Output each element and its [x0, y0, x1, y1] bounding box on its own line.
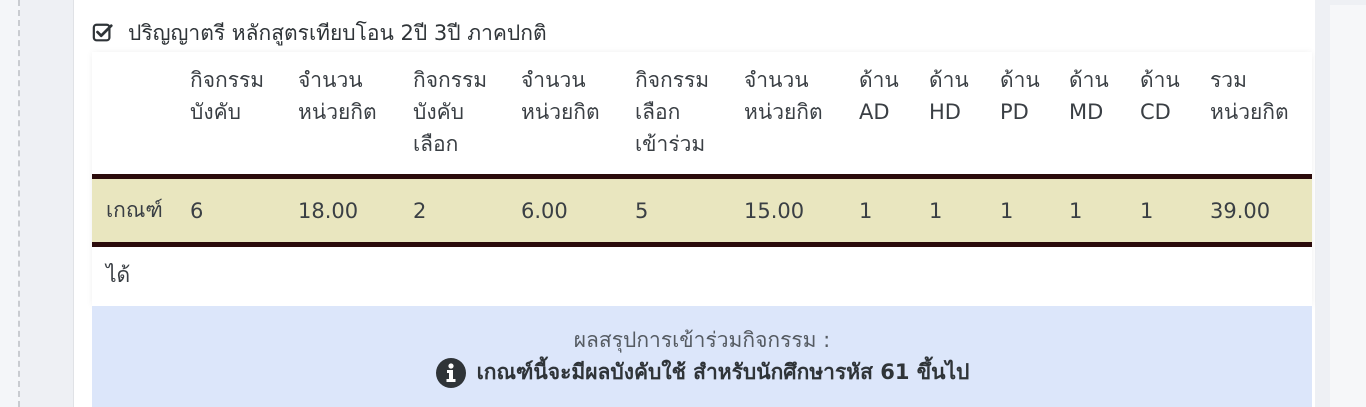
summary-box: ผลสรุปการเข้าร่วมกิจกรรม : เกณฑ์นี้จะมีผ…	[92, 306, 1312, 407]
table-cell: 15.00	[744, 198, 805, 223]
col-hd: ด้าน HD	[929, 64, 969, 128]
column-header-line: HD	[929, 100, 961, 124]
table-cell: 1	[1069, 198, 1083, 223]
table-cell: 1	[859, 198, 873, 223]
column-header-line: กิจกรรม	[413, 68, 488, 92]
info-circle-icon	[435, 357, 466, 388]
table-header: กิจกรรมบังคับ จำนวนหน่วยกิต กิจกรรมบังคั…	[92, 52, 1312, 179]
checkbox-checked-icon[interactable]	[92, 22, 114, 44]
col-mandatory-credits: จำนวนหน่วยกิต	[298, 64, 377, 128]
row-label: เกณฑ์	[106, 198, 163, 222]
col-mandatory-activity: กิจกรรมบังคับ	[190, 64, 264, 128]
column-header-line: CD	[1140, 100, 1171, 124]
col-pd: ด้าน PD	[1000, 64, 1040, 128]
column-header-line: เลือก	[413, 132, 459, 156]
col-optional-credits: จำนวนหน่วยกิต	[744, 64, 823, 128]
column-header-line: รวม	[1210, 68, 1247, 92]
section-title: ปริญญาตรี หลักสูตรเทียบโอน 2ปี 3ปี ภาคปก…	[128, 20, 547, 45]
column-header-line: จำนวน	[521, 68, 586, 92]
row-label-continuation: ได้	[92, 247, 1312, 306]
col-elective-mandatory-activity: กิจกรรมบังคับเลือก	[413, 64, 487, 160]
column-header-line: หน่วยกิต	[298, 100, 377, 124]
table-cell: 1	[1140, 198, 1154, 223]
summary-title: ผลสรุปการเข้าร่วมกิจกรรม :	[573, 328, 831, 352]
column-header-line: หน่วยกิต	[744, 100, 823, 124]
right-side-card	[1330, 5, 1366, 407]
col-ad: ด้าน AD	[859, 64, 899, 128]
right-gutter	[1315, 0, 1329, 407]
column-header-line: บังคับ	[190, 100, 241, 124]
column-header-line: บังคับ	[413, 100, 464, 124]
table-row: เกณฑ์ 6 18.00 2 6.00 5 15.00 1 1 1 1 1 3…	[92, 179, 1312, 247]
section-header[interactable]: ปริญญาตรี หลักสูตรเทียบโอน 2ปี 3ปี ภาคปก…	[92, 18, 547, 48]
col-optional-activity: กิจกรรมเลือกเข้าร่วม	[635, 64, 709, 160]
column-header-line: AD	[859, 100, 890, 124]
column-header-line: ด้าน	[1069, 68, 1109, 92]
column-header-line: หน่วยกิต	[521, 100, 600, 124]
column-header-line: จำนวน	[744, 68, 809, 92]
table-cell: 2	[413, 198, 427, 223]
left-dashed-rail	[0, 0, 20, 407]
col-elective-mandatory-credits: จำนวนหน่วยกิต	[521, 64, 600, 128]
column-header-line: ด้าน	[859, 68, 899, 92]
column-header-line: ด้าน	[1000, 68, 1040, 92]
col-total-credits: รวมหน่วยกิต	[1210, 64, 1289, 128]
summary-note: เกณฑ์นี้จะมีผลบังคับใช้ สำหรับนักศึกษารห…	[476, 360, 970, 384]
row-label-wrap: ได้	[106, 263, 131, 287]
summary-note-line: เกณฑ์นี้จะมีผลบังคับใช้ สำหรับนักศึกษารห…	[92, 356, 1312, 389]
col-cd: ด้าน CD	[1140, 64, 1180, 128]
table-cell: 5	[635, 198, 649, 223]
column-header-line: ด้าน	[1140, 68, 1180, 92]
column-header-line: หน่วยกิต	[1210, 100, 1289, 124]
column-header-line: PD	[1000, 100, 1029, 124]
table-cell: 1	[1000, 198, 1014, 223]
table-cell: 1	[929, 198, 943, 223]
column-header-line: ด้าน	[929, 68, 969, 92]
table-cell: 18.00	[298, 198, 359, 223]
criteria-table: กิจกรรมบังคับ จำนวนหน่วยกิต กิจกรรมบังคั…	[92, 52, 1312, 306]
col-md: ด้าน MD	[1069, 64, 1109, 128]
column-header-line: MD	[1069, 100, 1104, 124]
column-header-line: กิจกรรม	[635, 68, 710, 92]
table-cell: 39.00	[1210, 198, 1271, 223]
column-header-line: จำนวน	[298, 68, 363, 92]
column-header-line: กิจกรรม	[190, 68, 265, 92]
column-header-line: เลือก	[635, 100, 681, 124]
table-cell: 6.00	[521, 198, 568, 223]
column-header-line: เข้าร่วม	[635, 132, 706, 156]
table-cell: 6	[190, 198, 204, 223]
